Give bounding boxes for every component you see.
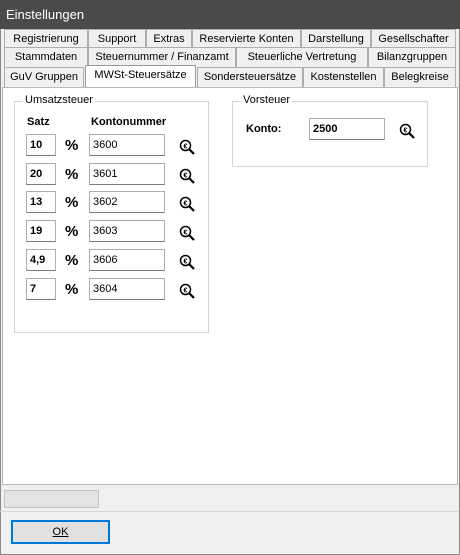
svg-text:€: € <box>184 258 188 265</box>
tab-label: Steuernummer / Finanzamt <box>95 51 229 63</box>
svg-text:€: € <box>184 143 188 150</box>
vorsteuer-title: Vorsteuer <box>241 94 293 106</box>
tab-label: Stammdaten <box>14 51 78 63</box>
tab-stammdaten[interactable]: Stammdaten <box>4 47 88 67</box>
tab-steuerliche-vertretung[interactable]: Steuerliche Vertretung <box>236 47 368 67</box>
satz-input[interactable]: 19 <box>26 220 56 242</box>
tab-label: Registrierung <box>13 33 79 45</box>
tab-darstellung[interactable]: Darstellung <box>301 29 371 49</box>
tab-bilanzgruppen[interactable]: Bilanzgruppen <box>368 47 456 67</box>
tab-label: Sondersteuersätze <box>203 71 297 83</box>
svg-text:€: € <box>184 200 188 207</box>
satz-header: Satz <box>27 116 50 128</box>
tab-extras[interactable]: Extras <box>146 29 192 49</box>
percent-sign: % <box>65 166 79 183</box>
kontonummer-input[interactable]: 3606 <box>89 249 165 271</box>
tab-label: Darstellung <box>308 33 364 45</box>
tab-support[interactable]: Support <box>88 29 146 49</box>
percent-sign: % <box>65 137 79 154</box>
svg-text:€: € <box>184 172 188 179</box>
tab-label: Support <box>97 33 137 45</box>
account-lookup-icon[interactable]: € <box>179 254 195 270</box>
tab-label: Kostenstellen <box>310 71 377 83</box>
satz-input[interactable]: 13 <box>26 191 56 213</box>
tab-label: MWSt-Steuersätze <box>94 69 187 81</box>
percent-sign: % <box>65 194 79 211</box>
tab-panel-mwst: Umsatzsteuer Satz Kontonummer 10 % 3600 … <box>2 87 458 485</box>
ok-button-label: OK <box>52 526 69 538</box>
svg-text:€: € <box>184 229 188 236</box>
tab-gesellschafter[interactable]: Gesellschafter <box>371 29 456 49</box>
umsatzsteuer-title: Umsatzsteuer <box>23 94 95 106</box>
tab-label: GuV Gruppen <box>10 71 78 83</box>
tab-steuernummer-finanzamt[interactable]: Steuernummer / Finanzamt <box>88 47 236 67</box>
percent-sign: % <box>65 252 79 269</box>
kontonummer-input[interactable]: 3602 <box>89 191 165 213</box>
svg-text:€: € <box>184 287 188 294</box>
tab-guv-gruppen[interactable]: GuV Gruppen <box>4 67 84 87</box>
kontonummer-input[interactable]: 3604 <box>89 278 165 300</box>
tab-label: Bilanzgruppen <box>376 51 448 63</box>
footer-divider <box>0 511 458 512</box>
satz-input[interactable]: 10 <box>26 134 56 156</box>
percent-sign: % <box>65 223 79 240</box>
tab-label: Extras <box>153 33 185 45</box>
svg-text:€: € <box>404 127 408 134</box>
konto-label: Konto: <box>246 123 282 135</box>
kontonummer-input[interactable]: 3603 <box>89 220 165 242</box>
percent-sign: % <box>65 281 79 298</box>
kontonummer-header: Kontonummer <box>91 116 167 128</box>
tab-sondersteuersaetze[interactable]: Sondersteuersätze <box>197 67 303 87</box>
status-panel <box>4 490 99 508</box>
tab-label: Belegkreise <box>391 71 449 83</box>
satz-input[interactable]: 7 <box>26 278 56 300</box>
window-title: Einstellungen <box>6 7 85 22</box>
tab-kostenstellen[interactable]: Kostenstellen <box>303 67 384 87</box>
account-lookup-icon[interactable]: € <box>179 225 195 241</box>
account-lookup-icon[interactable]: € <box>179 196 195 212</box>
tab-label: Reservierte Konten <box>199 33 294 45</box>
tab-label: Gesellschafter <box>378 33 449 45</box>
vorsteuer-konto-input[interactable]: 2500 <box>309 118 385 140</box>
ok-button[interactable]: OK <box>11 520 110 544</box>
account-lookup-icon[interactable]: € <box>179 168 195 184</box>
tab-belegkreise[interactable]: Belegkreise <box>384 67 456 87</box>
account-lookup-icon[interactable]: € <box>179 139 195 155</box>
tab-reservierte-konten[interactable]: Reservierte Konten <box>192 29 301 49</box>
satz-input[interactable]: 20 <box>26 163 56 185</box>
account-lookup-icon[interactable]: € <box>399 123 415 139</box>
tab-label: Steuerliche Vertretung <box>247 51 357 63</box>
window-title-bar: Einstellungen <box>0 0 460 29</box>
kontonummer-input[interactable]: 3601 <box>89 163 165 185</box>
account-lookup-icon[interactable]: € <box>179 283 195 299</box>
kontonummer-input[interactable]: 3600 <box>89 134 165 156</box>
tab-registrierung[interactable]: Registrierung <box>4 29 88 49</box>
satz-input[interactable]: 4,9 <box>26 249 56 271</box>
tab-mwst-steuersaetze[interactable]: MWSt-Steuersätze <box>85 65 196 87</box>
